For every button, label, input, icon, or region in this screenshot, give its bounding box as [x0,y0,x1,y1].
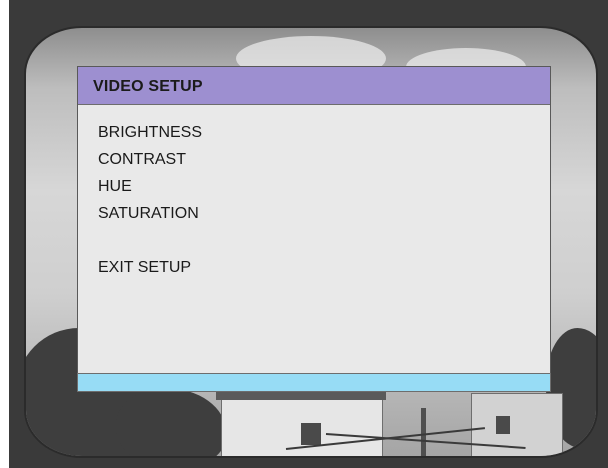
osd-menu-panel: VIDEO SETUP BRIGHTNESS CONTRAST HUE SATU… [77,66,551,392]
menu-item-contrast[interactable]: CONTRAST [98,146,202,173]
building-roof [216,392,386,400]
menu-status-bar [77,373,551,392]
menu-item-saturation[interactable]: SATURATION [98,200,202,227]
menu-options: BRIGHTNESS CONTRAST HUE SATURATION EXIT … [98,119,202,281]
menu-header: VIDEO SETUP [78,67,550,105]
building-window [496,416,510,434]
menu-title: VIDEO SETUP [93,78,203,95]
display-frame: VIDEO SETUP BRIGHTNESS CONTRAST HUE SATU… [0,0,608,468]
menu-item-exit-setup[interactable]: EXIT SETUP [98,254,202,281]
tree-foliage [116,388,226,456]
menu-item-brightness[interactable]: BRIGHTNESS [98,119,202,146]
building-window [301,423,321,445]
menu-item-hue[interactable]: HUE [98,173,202,200]
menu-spacer [98,227,202,254]
